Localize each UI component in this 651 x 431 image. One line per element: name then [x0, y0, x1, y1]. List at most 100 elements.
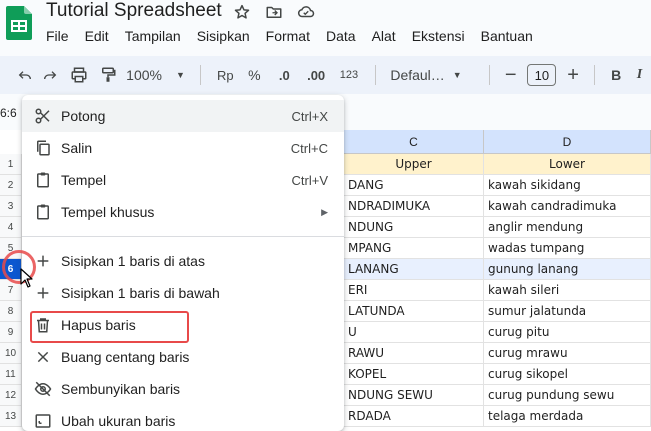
menu-item-tempel-khusus[interactable]: Tempel khusus ▶ [22, 196, 344, 228]
column-header-d[interactable]: D [484, 130, 651, 154]
menu-item-salin[interactable]: Salin Ctrl+C [22, 132, 344, 164]
font-select[interactable]: Defaul… ▼ [386, 62, 479, 88]
clipboard-icon [34, 171, 52, 189]
divider [375, 65, 377, 85]
menu-format[interactable]: Format [266, 27, 310, 45]
chevron-down-icon: ▼ [175, 70, 185, 80]
menu-item-potong[interactable]: Potong Ctrl+X [22, 100, 344, 132]
row-header[interactable]: 12 [0, 385, 22, 406]
name-box[interactable]: 6:6 [0, 106, 17, 120]
menu-item-label: Tempel khusus [61, 204, 155, 220]
cell-upper[interactable]: RAWU [344, 343, 484, 364]
divider [489, 65, 491, 85]
menu-item-sisipkan-atas[interactable]: Sisipkan 1 baris di atas [22, 245, 344, 277]
cell-lower[interactable]: curug sikopel [484, 364, 651, 385]
row-header[interactable]: 13 [0, 406, 22, 427]
number-format-button[interactable]: 123 [333, 62, 366, 88]
scissors-icon [34, 107, 52, 125]
menu-item-sembunyikan[interactable]: Sembunyikan baris [22, 373, 344, 405]
undo-icon[interactable] [14, 62, 35, 88]
cell-upper[interactable]: ERI [344, 280, 484, 301]
paint-format-icon[interactable] [93, 62, 122, 88]
menu-tampilan[interactable]: Tampilan [125, 27, 181, 45]
menu-item-sisipkan-bawah[interactable]: Sisipkan 1 baris di bawah [22, 277, 344, 309]
bold-button[interactable]: B [605, 62, 628, 88]
star-icon[interactable] [232, 2, 252, 22]
increase-decimal-button[interactable]: .00 [300, 62, 333, 88]
cell-lower[interactable]: anglir mendung [484, 217, 651, 238]
clipboard-icon [34, 203, 52, 221]
print-icon[interactable] [64, 62, 93, 88]
move-folder-icon[interactable] [264, 2, 284, 22]
menu-item-label: Sisipkan 1 baris di atas [61, 253, 205, 269]
cell-lower[interactable]: gunung lanang [484, 259, 651, 280]
menu-sisipkan[interactable]: Sisipkan [197, 27, 250, 45]
menu-bantuan[interactable]: Bantuan [481, 27, 533, 45]
header-cell-upper[interactable]: Upper [344, 154, 484, 175]
cell-lower[interactable]: kawah candradimuka [484, 196, 651, 217]
menu-item-buang-centang[interactable]: Buang centang baris [22, 341, 344, 373]
cell-upper[interactable]: KOPEL [344, 364, 484, 385]
menu-edit[interactable]: Edit [85, 27, 109, 45]
row-header[interactable]: 11 [0, 364, 22, 385]
percent-button[interactable]: % [240, 62, 269, 88]
italic-button[interactable]: I [628, 62, 651, 88]
chevron-down-icon: ▼ [452, 70, 462, 80]
sheets-logo-icon[interactable] [6, 6, 32, 40]
menu-item-shortcut: Ctrl+X [291, 108, 328, 124]
menu-item-tempel[interactable]: Tempel Ctrl+V [22, 164, 344, 196]
menu-item-ubah-ukuran[interactable]: Ubah ukuran baris [22, 405, 344, 431]
font-size-input[interactable]: 10 [527, 64, 557, 86]
cell-lower[interactable]: curug pitu [484, 322, 651, 343]
cell-upper[interactable]: NDUNG SEWU [344, 385, 484, 406]
currency-button[interactable]: Rp [211, 62, 240, 88]
document-title[interactable]: Tutorial Spreadsheet [46, 0, 222, 22]
cell-lower[interactable]: curug pundung sewu [484, 385, 651, 406]
submenu-arrow-icon: ▶ [321, 206, 328, 217]
cell-upper[interactable]: MPANG [344, 238, 484, 259]
cell-upper[interactable]: DANG [344, 175, 484, 196]
copy-icon [34, 139, 52, 157]
menu-ekstensi[interactable]: Ekstensi [412, 27, 465, 45]
row-header[interactable]: 10 [0, 343, 22, 364]
cloud-saved-icon[interactable] [296, 2, 316, 22]
cell-lower[interactable]: kawah sileri [484, 280, 651, 301]
cell-upper[interactable]: LANANG [344, 259, 484, 280]
cell-lower[interactable]: curug mrawu [484, 343, 651, 364]
increase-font-size-icon[interactable]: + [562, 62, 583, 88]
menu-file[interactable]: File [46, 27, 69, 45]
redo-icon[interactable] [35, 62, 64, 88]
cell-upper[interactable]: NDRADIMUKA [344, 196, 484, 217]
row-header[interactable]: 4 [0, 217, 22, 238]
cell-upper[interactable]: LATUNDA [344, 301, 484, 322]
cell-upper[interactable]: NDUNG [344, 217, 484, 238]
plus-icon [34, 252, 52, 270]
zoom-value: 100% [126, 67, 162, 83]
annotation-highlight-box [30, 311, 189, 343]
mouse-pointer-icon [20, 268, 34, 293]
cell-lower[interactable]: kawah sikidang [484, 175, 651, 196]
divider [593, 65, 595, 85]
menu-item-label: Buang centang baris [61, 349, 190, 365]
menu-item-label: Sembunyikan baris [61, 381, 181, 397]
decrease-font-size-icon[interactable]: − [500, 62, 521, 88]
row-header[interactable]: 8 [0, 301, 22, 322]
decrease-decimal-button[interactable]: .0 [269, 62, 300, 88]
zoom-select[interactable]: 100% ▼ [122, 62, 190, 88]
row-header[interactable]: 3 [0, 196, 22, 217]
menu-item-shortcut: Ctrl+C [290, 140, 328, 156]
menu-data[interactable]: Data [326, 27, 356, 45]
toolbar: 100% ▼ Rp % .0 .00 123 Defaul… ▼ − 10 + … [0, 56, 651, 94]
column-header-c[interactable]: C [344, 130, 484, 154]
row-header[interactable]: 1 [0, 154, 22, 175]
cell-upper[interactable]: RDADA [344, 406, 484, 427]
row-header[interactable]: 9 [0, 322, 22, 343]
menu-alat[interactable]: Alat [372, 27, 396, 45]
cell-lower[interactable]: sumur jalatunda [484, 301, 651, 322]
header-cell-lower[interactable]: Lower [484, 154, 651, 175]
row-header[interactable]: 2 [0, 175, 22, 196]
cell-upper[interactable]: U [344, 322, 484, 343]
cell-lower[interactable]: telaga merdada [484, 406, 651, 427]
cell-lower[interactable]: wadas tumpang [484, 238, 651, 259]
menu-item-shortcut: Ctrl+V [291, 172, 328, 188]
